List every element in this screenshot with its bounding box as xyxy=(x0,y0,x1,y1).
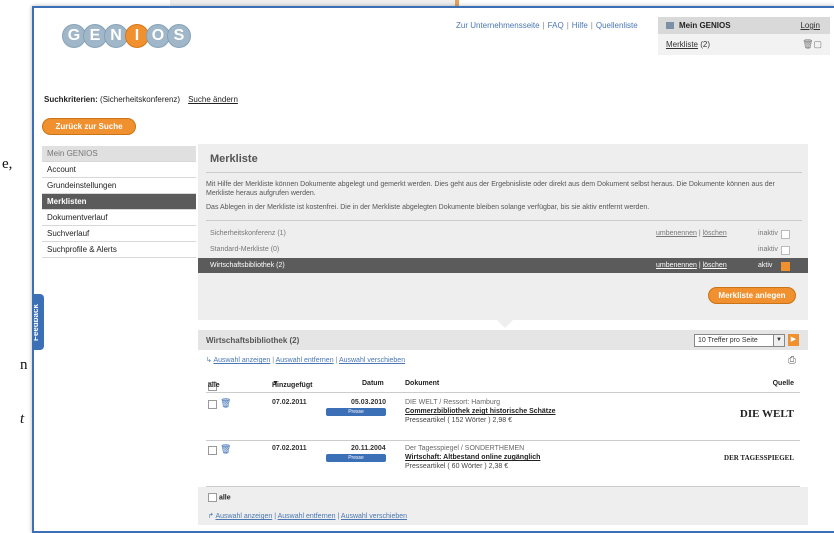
print-icon[interactable]: ⎙ xyxy=(788,355,796,366)
sidebar-item-suchprofile[interactable]: Suchprofile & Alerts xyxy=(42,242,196,258)
change-search-link[interactable]: Suche ändern xyxy=(188,95,238,104)
doc-date: 20.11.2004 xyxy=(351,445,386,452)
search-criteria: Suchkriterien: (Sicherheitskonferenz) Suc… xyxy=(44,95,238,104)
account-box: Mein GENIOS Login Merkliste (2) 🗑▢ xyxy=(658,17,830,55)
move-selection-link[interactable]: Auswahl verschieben xyxy=(341,513,407,520)
results-column-header: alle Hinzugefügt ▼ Datum Dokument Quelle xyxy=(206,378,800,393)
source-line: Der Tagesspiegel / SONDERTHEMEN xyxy=(405,445,525,452)
account-icon xyxy=(666,22,674,29)
show-selection-link[interactable]: Auswahl anzeigen xyxy=(215,513,272,520)
delete-link[interactable]: löschen xyxy=(703,230,727,237)
result-row: 🗑 07.02.2011 20.11.2004 Presse Der Tages… xyxy=(206,442,800,487)
col-added[interactable]: Hinzugefügt ▼ xyxy=(272,380,312,389)
browser-window: G E N I O S Zur Unternehmensseite | FAQ | Hi… xyxy=(32,6,834,533)
panel-description: Mit Hilfe der Merkliste können Dokumente… xyxy=(206,181,775,197)
list-name: Wirtschaftsbibliothek (2) xyxy=(210,262,285,269)
row-checkbox[interactable] xyxy=(208,400,217,409)
merkliste-panel: Merkliste Mit Hilfe der Merkliste können… xyxy=(198,144,808,320)
create-list-button[interactable]: Merkliste anlegen xyxy=(708,287,796,304)
background-fragment: t xyxy=(20,411,25,427)
link-hilfe[interactable]: Hilfe xyxy=(572,21,588,30)
link-unternehmensseite[interactable]: Zur Unternehmensseite xyxy=(456,21,540,30)
trash-icon[interactable]: 🗑 xyxy=(220,398,231,409)
list-status: inaktiv xyxy=(758,246,778,253)
remove-selection-link[interactable]: Auswahl entfernen xyxy=(276,357,334,364)
added-date: 07.02.2011 xyxy=(272,399,307,406)
col-source: Quelle xyxy=(772,380,794,387)
selection-actions-footer: ↱ Auswahl anzeigen | Auswahl entfernen |… xyxy=(208,513,408,520)
panel-note: Das Ablegen in der Merkliste ist kostenf… xyxy=(206,204,650,211)
result-row: 🗑 07.02.2011 05.03.2010 Presse DIE WELT … xyxy=(206,396,800,441)
panel-title: Merkliste xyxy=(210,153,258,165)
list-row-active[interactable]: Wirtschaftsbibliothek (2) umbenennen | l… xyxy=(198,258,808,273)
results-panel: Wirtschaftsbibliothek (2) 10 Treffer pro… xyxy=(198,330,808,531)
results-footer: alle ↱ Auswahl anzeigen | Auswahl entfer… xyxy=(198,487,808,525)
sidebar-item-suchverlauf[interactable]: Suchverlauf xyxy=(42,226,196,242)
type-badge: Presse xyxy=(326,408,386,416)
rename-link[interactable]: umbenennen xyxy=(656,230,697,237)
list-checkbox[interactable] xyxy=(781,246,790,255)
doc-date: 05.03.2010 xyxy=(351,399,387,406)
source-logo: DIE WELT xyxy=(739,408,794,420)
link-quellenliste[interactable]: Quellenliste xyxy=(596,21,638,30)
added-date: 07.02.2011 xyxy=(272,445,307,452)
col-date[interactable]: Datum xyxy=(362,380,384,387)
logo-letter: S xyxy=(167,24,191,48)
link-faq[interactable]: FAQ xyxy=(548,21,564,30)
list-status: aktiv xyxy=(758,262,773,269)
background-fragment: e, xyxy=(2,156,13,172)
chevron-down-icon: ▼ xyxy=(773,335,784,346)
list-name: Standard-Merkliste (0) xyxy=(210,246,280,253)
doc-meta: Presseartikel ( 60 Wörter ) 2,38 € xyxy=(405,463,509,470)
show-selection-link[interactable]: Auswahl anzeigen xyxy=(213,357,270,364)
merkliste-summary[interactable]: Merkliste (2) xyxy=(666,40,710,49)
list-checkbox[interactable] xyxy=(781,230,790,239)
list-row[interactable]: Sicherheitskonferenz (1) umbenennen | lö… xyxy=(198,226,808,241)
per-page-select[interactable]: 10 Treffer pro Seite ▼ xyxy=(694,334,785,347)
genios-logo[interactable]: G E N I O S xyxy=(62,24,191,48)
background-fragment: n xyxy=(20,357,28,373)
select-all-checkbox[interactable] xyxy=(208,493,217,502)
list-name: Sicherheitskonferenz (1) xyxy=(210,230,286,237)
list-row[interactable]: Standard-Merkliste (0) inaktiv xyxy=(198,242,808,257)
trash-icon[interactable]: 🗑▢ xyxy=(802,39,822,50)
delete-link[interactable]: löschen xyxy=(703,262,727,269)
sidebar-item-account[interactable]: Account xyxy=(42,162,196,178)
results-title: Wirtschaftsbibliothek (2) xyxy=(206,336,300,345)
results-header: Wirtschaftsbibliothek (2) 10 Treffer pro… xyxy=(198,330,808,350)
trash-icon[interactable]: 🗑 xyxy=(220,444,231,455)
source-logo: DER TAGESSPIEGEL xyxy=(724,454,794,462)
account-title: Mein GENIOS xyxy=(679,21,731,30)
doc-title-link[interactable]: Wirtschaft: Altbestand online zugänglich xyxy=(405,454,540,461)
doc-title-link[interactable]: Commerzbibliothek zeigt historische Schä… xyxy=(405,408,556,415)
panel-pointer xyxy=(497,320,513,328)
sidebar-item-mein-genios: Mein GENIOS xyxy=(42,146,196,162)
type-badge: Presse xyxy=(326,454,386,462)
login-link[interactable]: Login xyxy=(800,21,820,30)
go-arrow-icon[interactable]: ▶ xyxy=(788,334,799,346)
sidebar-item-merklisten[interactable]: Merklisten xyxy=(42,194,196,210)
move-selection-link[interactable]: Auswahl verschieben xyxy=(339,357,405,364)
top-links: Zur Unternehmensseite | FAQ | Hilfe | Quellenl… xyxy=(456,21,638,30)
col-document: Dokument xyxy=(405,380,440,387)
sidebar-item-grundeinstellungen[interactable]: Grundeinstellungen xyxy=(42,178,196,194)
row-checkbox[interactable] xyxy=(208,446,217,455)
arrow-icon: ↱ xyxy=(208,513,214,520)
divider xyxy=(206,172,802,173)
feedback-tab[interactable]: Feedback xyxy=(34,294,44,350)
sidebar: Mein GENIOS Account Grundeinstellungen M… xyxy=(42,146,196,258)
doc-meta: Presseartikel ( 152 Wörter ) 2,98 € xyxy=(405,417,512,424)
source-line: DIE WELT / Ressort: Hamburg xyxy=(405,399,501,406)
arrow-icon: ↳ xyxy=(206,357,212,364)
back-to-search-button[interactable]: Zurück zur Suche xyxy=(42,118,136,135)
remove-selection-link[interactable]: Auswahl entfernen xyxy=(278,513,336,520)
sidebar-item-dokumentverlauf[interactable]: Dokumentverlauf xyxy=(42,210,196,226)
selection-actions: ↳ Auswahl anzeigen | Auswahl entfernen |… xyxy=(206,357,406,364)
list-status: inaktiv xyxy=(758,230,778,237)
list-checkbox[interactable] xyxy=(781,262,790,271)
rename-link[interactable]: umbenennen xyxy=(656,262,697,269)
divider xyxy=(206,220,802,221)
